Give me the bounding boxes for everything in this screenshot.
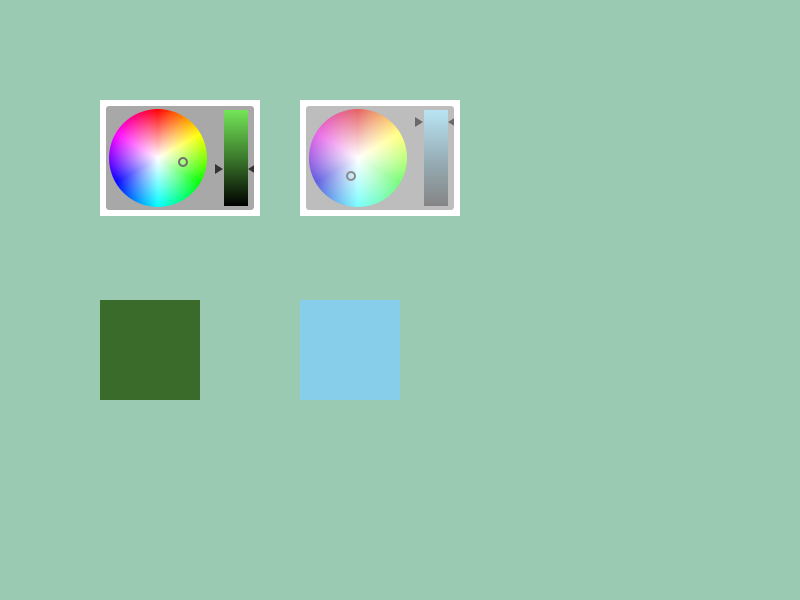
color-swatch-2 — [300, 300, 400, 400]
wheel-marker-icon[interactable] — [178, 157, 188, 167]
wheel-marker-icon[interactable] — [346, 171, 356, 181]
value-slider[interactable] — [224, 110, 248, 206]
value-slider[interactable] — [424, 110, 448, 206]
color-picker-2 — [300, 100, 460, 216]
triangle-left-icon[interactable] — [248, 164, 254, 174]
saturation-overlay — [109, 109, 207, 207]
color-picker-panel — [106, 106, 254, 210]
saturation-overlay — [309, 109, 407, 207]
canvas — [0, 0, 800, 600]
color-picker-1 — [100, 100, 260, 216]
color-wheel[interactable] — [109, 109, 207, 207]
color-wheel[interactable] — [309, 109, 407, 207]
triangle-right-icon[interactable] — [415, 117, 423, 127]
color-picker-panel — [306, 106, 454, 210]
color-swatch-1 — [100, 300, 200, 400]
triangle-right-icon[interactable] — [215, 164, 223, 174]
triangle-left-icon[interactable] — [448, 117, 454, 127]
